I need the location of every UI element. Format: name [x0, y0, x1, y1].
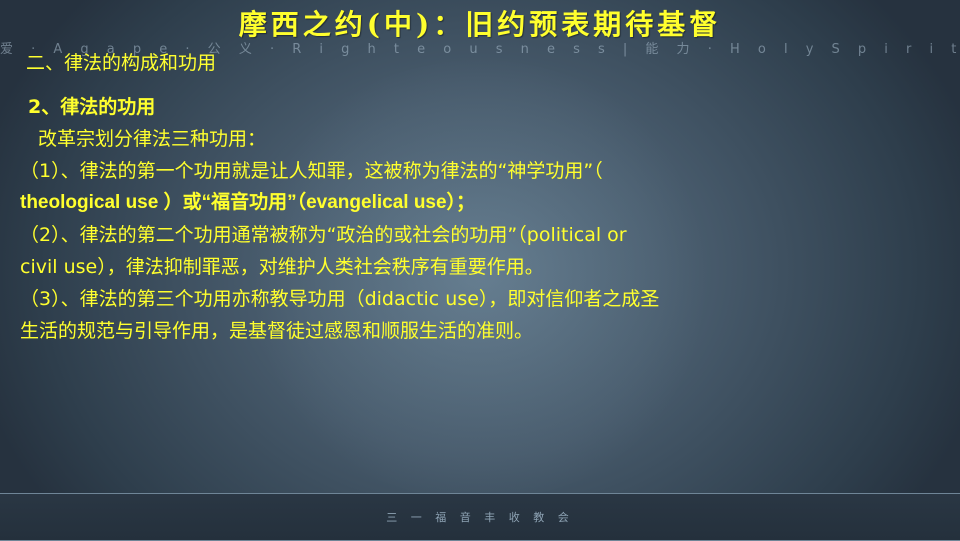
- slide-title: 摩西之约(中)：旧约预表期待基督: [238, 8, 722, 41]
- section-heading: 二、律法的构成和功用: [26, 52, 217, 74]
- slide: 爱 · A g a p e · 公 义 · R i g h t e o u s …: [0, 0, 960, 541]
- footer-church-name: 三 一 福 音 丰 收 教 会: [386, 511, 574, 524]
- body-line-2: theological use ）或“福音功用”（evangelical use…: [20, 192, 476, 213]
- body-line-6: 生活的规范与引导作用，是基督徒过感恩和顺服生活的准则。: [20, 320, 534, 342]
- subheading: 2、律法的功用: [28, 96, 156, 118]
- intro-text: 改革宗划分律法三种功用：: [38, 128, 267, 150]
- body-line-5: （3）、律法的第三个功用亦称教导功用（didactic use），即对信仰者之成…: [20, 288, 660, 310]
- body-line-4: civil use），律法抑制罪恶，对维护人类社会秩序有重要作用。: [20, 256, 544, 278]
- body-line-1: （1）、律法的第一个功用就是让人知罪，这被称为律法的“神学功用”（: [20, 160, 603, 182]
- footer-divider-top: [0, 493, 960, 494]
- body-line-3: （2）、律法的第二个功用通常被称为“政治的或社会的功用”（political o…: [20, 224, 627, 246]
- slide-body: 2、律法的功用 改革宗划分律法三种功用： （1）、律法的第一个功用就是让人知罪，…: [20, 92, 940, 348]
